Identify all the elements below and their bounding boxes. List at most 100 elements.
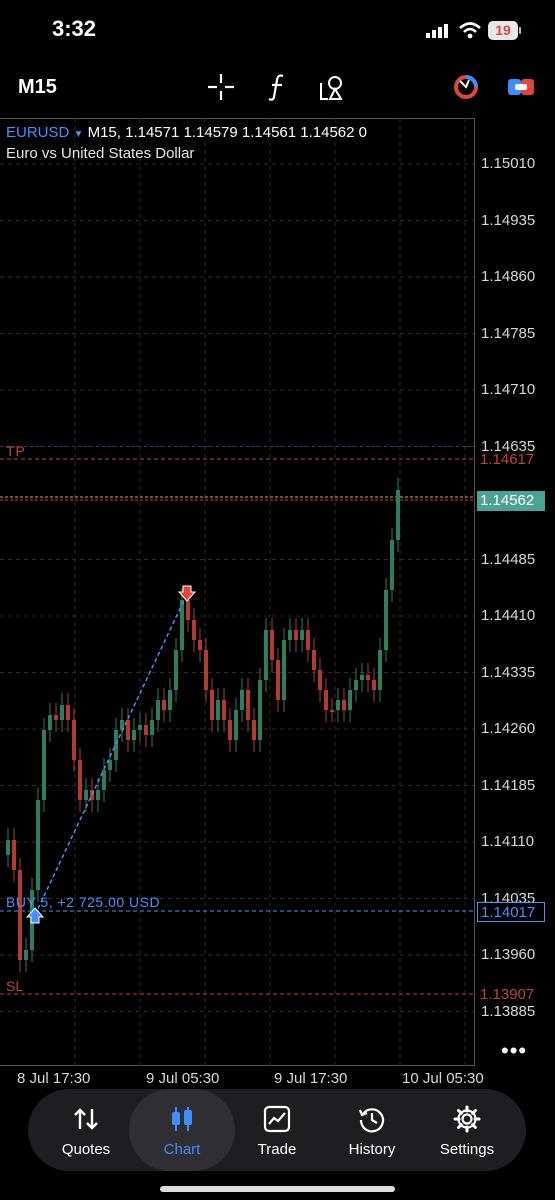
price-tick-label: 1.13885 bbox=[481, 1002, 536, 1020]
take-profit-label: TP bbox=[6, 443, 26, 459]
buy-price-label: 1.14017 bbox=[477, 902, 545, 922]
history-clock-icon bbox=[358, 1108, 385, 1133]
home-indicator bbox=[160, 1186, 395, 1192]
candle-body bbox=[372, 680, 376, 690]
more-options-icon[interactable]: ••• bbox=[501, 1038, 527, 1064]
wifi-icon bbox=[459, 22, 481, 39]
current-price-badge: 1.14562 bbox=[477, 491, 545, 511]
candle-body bbox=[132, 730, 136, 740]
candle-body bbox=[216, 700, 220, 720]
symbol-line[interactable]: EURUSD ▼ M15, 1.14571 1.14579 1.14561 1.… bbox=[6, 124, 367, 141]
candle-body bbox=[288, 630, 292, 640]
tp-price-label: 1.14617 bbox=[480, 451, 535, 468]
candle-body bbox=[168, 690, 172, 710]
objects-icon[interactable] bbox=[316, 70, 350, 104]
candle-body bbox=[360, 675, 364, 680]
candle-body bbox=[312, 650, 316, 670]
candle-body bbox=[378, 650, 382, 690]
price-tick-label: 1.14485 bbox=[481, 550, 536, 568]
indicator-f-icon[interactable] bbox=[261, 70, 295, 104]
candle-body bbox=[342, 700, 346, 710]
candle-body bbox=[270, 630, 274, 660]
candle-body bbox=[192, 620, 196, 640]
symbol-description: Euro vs United States Dollar bbox=[6, 145, 195, 162]
tab-history[interactable]: History bbox=[324, 1089, 420, 1171]
timeframe-selector[interactable]: M15 bbox=[18, 76, 57, 99]
signal-icon bbox=[426, 24, 448, 38]
price-tick-label: 1.14260 bbox=[481, 720, 536, 737]
candle-body bbox=[12, 840, 16, 870]
account-icon[interactable] bbox=[449, 70, 483, 104]
position-label[interactable]: BUY 5, +2 725.00 USD bbox=[6, 894, 160, 910]
candle-body bbox=[114, 730, 118, 760]
settings-gear-icon bbox=[453, 1105, 481, 1133]
sl-price-label: 1.13907 bbox=[480, 986, 535, 1003]
tab-quotes-label: Quotes bbox=[61, 1141, 111, 1158]
candle-body bbox=[42, 730, 46, 800]
candle-body bbox=[186, 600, 190, 620]
candle-body bbox=[300, 630, 304, 640]
tab-chart[interactable]: Chart bbox=[129, 1089, 235, 1171]
candle-body bbox=[162, 700, 166, 710]
tab-trade[interactable]: Trade bbox=[229, 1089, 325, 1171]
candle-body bbox=[252, 720, 256, 740]
candle-body bbox=[150, 720, 154, 735]
price-tick-label: 1.14710 bbox=[481, 381, 536, 398]
candle-body bbox=[204, 650, 208, 690]
candle-body bbox=[276, 660, 280, 700]
price-tick-label: 1.14935 bbox=[481, 211, 536, 229]
candle-body bbox=[54, 715, 58, 720]
candle-body bbox=[156, 700, 160, 720]
date-tick-label: 9 Jul 05:30 bbox=[146, 1070, 220, 1087]
candle-body bbox=[348, 690, 352, 710]
crosshair-icon[interactable] bbox=[204, 70, 238, 104]
price-tick-label: 1.14785 bbox=[481, 324, 536, 342]
candle-body bbox=[228, 720, 232, 740]
price-tick-label: 1.14410 bbox=[481, 607, 536, 624]
date-tick-label: 10 Jul 05:30 bbox=[402, 1070, 484, 1087]
candle-body bbox=[384, 590, 388, 650]
candlestick-icon bbox=[172, 1107, 192, 1131]
tab-history-label: History bbox=[348, 1141, 396, 1158]
candle-body bbox=[180, 600, 184, 650]
candle-body bbox=[36, 800, 40, 890]
stop-loss-label: SL bbox=[6, 978, 24, 994]
price-tick-label: 1.14110 bbox=[481, 833, 535, 850]
candle-body bbox=[396, 490, 400, 540]
date-tick-label: 9 Jul 17:30 bbox=[274, 1070, 348, 1087]
battery-tip bbox=[519, 27, 521, 34]
candle-body bbox=[60, 705, 64, 720]
candle-body bbox=[318, 670, 322, 690]
tab-settings[interactable]: Settings bbox=[419, 1089, 515, 1171]
candle-body bbox=[84, 790, 88, 800]
trade-toggle-icon[interactable] bbox=[504, 70, 538, 104]
candle-body bbox=[234, 710, 238, 740]
ohlc-values: M15, 1.14571 1.14579 1.14561 1.14562 0 bbox=[87, 124, 368, 141]
symbol-name[interactable]: EURUSD bbox=[6, 124, 69, 141]
battery-indicator: 19 bbox=[488, 21, 518, 40]
buy-arrow-icon bbox=[25, 907, 45, 924]
candle-body bbox=[18, 870, 22, 960]
price-chart[interactable] bbox=[0, 118, 475, 1066]
tab-settings-label: Settings bbox=[439, 1141, 495, 1158]
tab-chart-label: Chart bbox=[163, 1141, 201, 1158]
tab-quotes[interactable]: Quotes bbox=[38, 1089, 134, 1171]
candle-body bbox=[78, 760, 82, 800]
trade-connection-line bbox=[34, 593, 188, 916]
candle-body bbox=[48, 715, 52, 730]
candle-body bbox=[6, 840, 10, 855]
candle-body bbox=[222, 700, 226, 720]
candle-body bbox=[72, 720, 76, 760]
candle-body bbox=[336, 700, 340, 710]
candle-body bbox=[144, 725, 148, 735]
sell-arrow-icon bbox=[177, 585, 197, 602]
candle-body bbox=[138, 725, 142, 730]
candle-body bbox=[306, 630, 310, 650]
candle-body bbox=[324, 690, 328, 710]
price-tick-label: 1.15010 bbox=[481, 155, 536, 172]
price-tick-label: 1.14335 bbox=[481, 663, 536, 681]
symbol-dropdown-icon[interactable]: ▼ bbox=[74, 129, 84, 140]
candle-body bbox=[246, 690, 250, 720]
tab-trade-label: Trade bbox=[257, 1141, 297, 1158]
candle-body bbox=[366, 675, 370, 680]
